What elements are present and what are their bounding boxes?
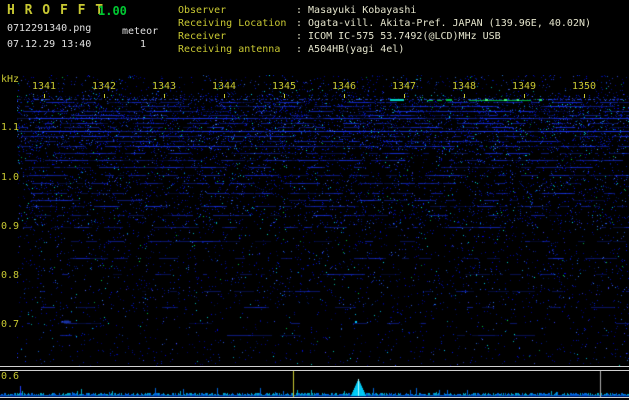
app-version: 1.00 (98, 4, 127, 18)
minute-tick (584, 94, 585, 98)
time-tick-label: 1347 (391, 81, 417, 92)
info-value: : ICOM IC-575 53.7492(@LCD)MHz USB (296, 31, 501, 42)
time-tick-label: 1341 (31, 81, 57, 92)
time-tick-label: 1349 (511, 81, 537, 92)
mode-label: meteor (122, 26, 159, 37)
time-tick-label: 1343 (151, 81, 177, 92)
minute-tick (44, 94, 45, 98)
minute-tick (404, 94, 405, 98)
freq-axis-unit: kHz (1, 74, 20, 85)
info-value: : A504HB(yagi 4el) (296, 44, 405, 55)
info-row-observer: Observer : Masayuki Kobayashi (178, 4, 591, 17)
time-tick-label: 1346 (331, 81, 357, 92)
info-label: Observer (178, 5, 227, 16)
time-tick-label: 1350 (571, 81, 597, 92)
minute-tick (524, 94, 525, 98)
minute-tick (224, 94, 225, 98)
output-filename: 0712291340.png (7, 23, 92, 34)
info-label: Receiving Location (178, 18, 287, 29)
info-row-antenna: Receiving antenna : A504HB(yagi 4el) (178, 43, 591, 56)
freq-tick-label: 0.6 (1, 371, 20, 382)
time-tick-label: 1348 (451, 81, 477, 92)
freq-tick-label: 1.1 (1, 122, 20, 133)
time-tick-label: 1342 (91, 81, 117, 92)
time-tick-label: 1344 (211, 81, 237, 92)
minute-tick (104, 94, 105, 98)
station-info: Observer : Masayuki Kobayashi Receiving … (178, 4, 591, 56)
divider-line (0, 370, 629, 371)
freq-tick-label: 0.7 (1, 319, 20, 330)
app-title: H R O F F T (7, 3, 105, 18)
info-value: : Ogata-vill. Akita-Pref. JAPAN (139.96E… (296, 18, 592, 29)
info-label: Receiver (178, 31, 227, 42)
divider-line (0, 366, 629, 367)
signal-level-canvas (0, 371, 629, 397)
freq-tick-label: 1.0 (1, 172, 20, 183)
minute-tick (344, 94, 345, 98)
hrofft-spectrogram-image: H R O F F T 1.00 0712291340.png meteor 0… (0, 0, 629, 400)
minute-tick (464, 94, 465, 98)
minute-tick (284, 94, 285, 98)
info-row-receiver: Receiver : ICOM IC-575 53.7492(@LCD)MHz … (178, 30, 591, 43)
info-value: : Masayuki Kobayashi (296, 5, 417, 16)
info-label: Receiving antenna (178, 44, 281, 55)
minute-tick (164, 94, 165, 98)
info-row-location: Receiving Location : Ogata-vill. Akita-P… (178, 17, 591, 30)
channel-number: 1 (140, 39, 147, 50)
divider-line (0, 397, 629, 398)
spectrogram-canvas (17, 75, 629, 366)
time-tick-label: 1345 (271, 81, 297, 92)
datetime-label: 07.12.29 13:40 (7, 39, 92, 50)
freq-tick-label: 0.8 (1, 270, 20, 281)
freq-tick-label: 0.9 (1, 221, 20, 232)
